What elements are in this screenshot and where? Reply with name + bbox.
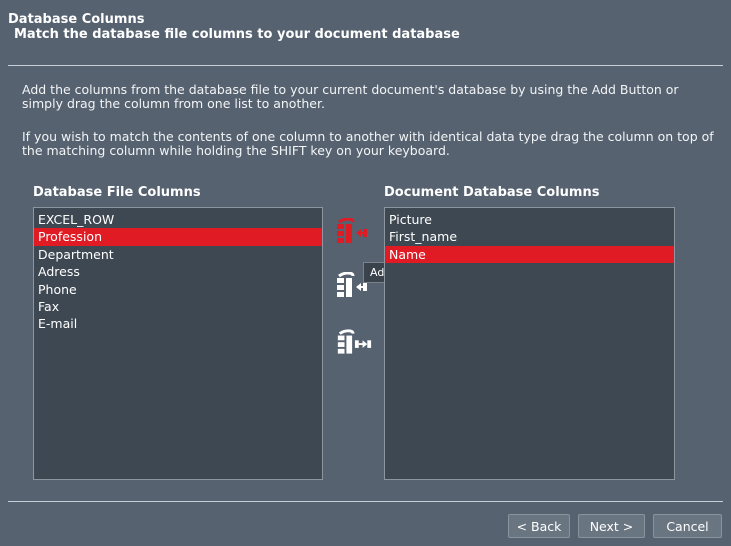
footer-divider <box>8 501 723 502</box>
database-file-columns-list[interactable]: EXCEL_ROW Profession Department Adress P… <box>33 207 323 480</box>
list-item[interactable]: Fax <box>34 298 322 315</box>
page-title: Database Columns <box>8 12 145 27</box>
instruction-paragraph-2: If you wish to match the contents of one… <box>22 129 714 158</box>
next-button[interactable]: Next > <box>578 514 645 538</box>
document-database-columns-list[interactable]: Picture First_name Name <box>384 207 675 480</box>
list-item[interactable]: Adress <box>34 263 322 280</box>
cancel-button[interactable]: Cancel <box>653 514 722 538</box>
insert-column-icon <box>337 272 367 297</box>
add-table-column-icon <box>337 218 367 243</box>
list-item[interactable]: Name <box>385 245 674 264</box>
insert-column-button[interactable] <box>333 270 371 308</box>
list-item[interactable]: Phone <box>34 281 322 298</box>
match-column-button[interactable] <box>335 327 373 365</box>
list-item[interactable]: Profession <box>34 228 322 246</box>
add-column-button[interactable] <box>333 216 371 254</box>
right-list-title: Document Database Columns <box>384 185 600 200</box>
wizard-header: Database Columns Match the database file… <box>8 12 460 42</box>
list-item[interactable]: E-mail <box>34 315 322 332</box>
back-button[interactable]: < Back <box>508 514 570 538</box>
list-item[interactable]: Picture <box>385 211 674 228</box>
instruction-paragraph-1: Add the columns from the database file t… <box>22 82 679 111</box>
header-divider <box>8 65 723 66</box>
left-list-title: Database File Columns <box>33 185 201 200</box>
list-item[interactable]: First_name <box>385 228 674 245</box>
list-item[interactable]: Department <box>34 246 322 263</box>
page-subtitle: Match the database file columns to your … <box>14 27 460 42</box>
list-item[interactable]: EXCEL_ROW <box>34 211 322 228</box>
match-column-icon <box>337 329 372 354</box>
